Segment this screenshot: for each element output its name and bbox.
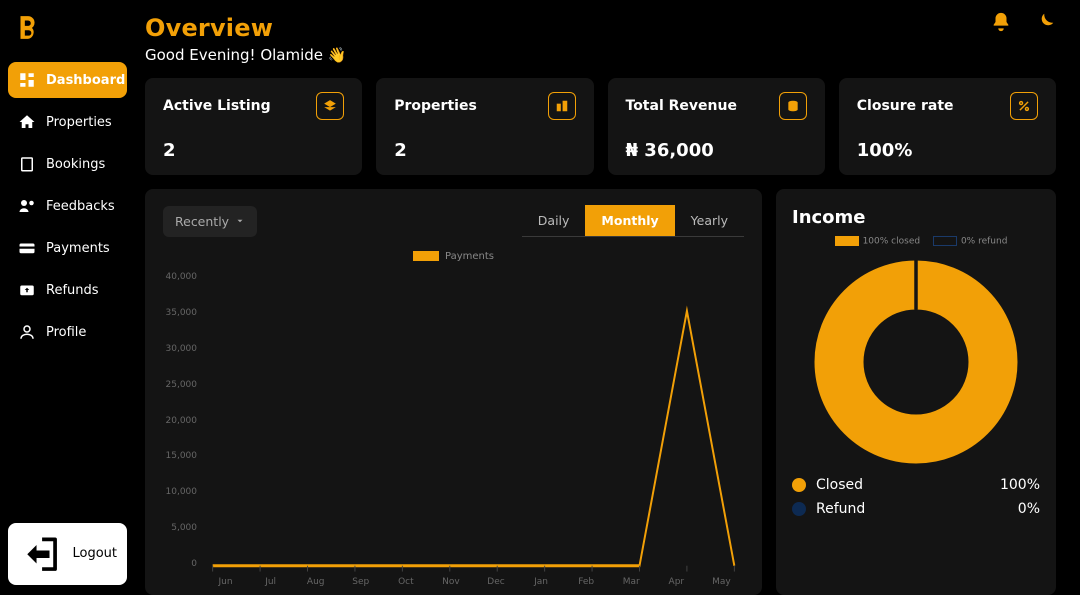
money-icon bbox=[779, 92, 807, 120]
legend-refund-label: 0% refund bbox=[961, 237, 1007, 247]
card-label: Closure rate bbox=[857, 98, 954, 114]
payments-chart-panel: Recently Daily Monthly Yearly Payments 4… bbox=[145, 189, 762, 595]
income-panel: Income 100% closed 0% refund Closed 100% bbox=[776, 189, 1056, 595]
logout-icon bbox=[18, 532, 62, 576]
sidebar-item-label: Dashboard bbox=[46, 73, 125, 88]
bell-icon[interactable] bbox=[990, 11, 1012, 33]
row-value: 100% bbox=[1000, 477, 1040, 493]
page-greeting: Good Evening! Olamide 👋 bbox=[145, 46, 1056, 64]
buildings-icon bbox=[548, 92, 576, 120]
dot-closed bbox=[792, 478, 806, 492]
card-active-listing: Active Listing 2 bbox=[145, 78, 362, 175]
sidebar-item-label: Properties bbox=[46, 115, 112, 130]
sidebar-item-label: Payments bbox=[46, 241, 110, 256]
row-label: Refund bbox=[816, 501, 1008, 517]
tab-yearly[interactable]: Yearly bbox=[675, 205, 744, 236]
sidebar-item-profile[interactable]: Profile bbox=[8, 314, 127, 350]
y-axis: 40,00035,00030,00025,00020,00015,00010,0… bbox=[163, 268, 203, 587]
card-label: Properties bbox=[394, 98, 477, 114]
moon-icon[interactable] bbox=[1034, 11, 1056, 33]
user-icon bbox=[18, 323, 36, 341]
income-title: Income bbox=[792, 207, 1040, 228]
dropdown-label: Recently bbox=[175, 214, 229, 229]
sidebar-item-properties[interactable]: Properties bbox=[8, 104, 127, 140]
line-chart bbox=[203, 268, 744, 573]
sidebar-item-label: Feedbacks bbox=[46, 199, 115, 214]
income-row-refund: Refund 0% bbox=[792, 501, 1040, 517]
legend-swatch bbox=[413, 251, 439, 261]
sidebar-item-bookings[interactable]: Bookings bbox=[8, 146, 127, 182]
sidebar-item-label: Bookings bbox=[46, 157, 105, 172]
income-row-closed: Closed 100% bbox=[792, 477, 1040, 493]
sidebar-item-label: Refunds bbox=[46, 283, 99, 298]
card-closure-rate: Closure rate 100% bbox=[839, 78, 1056, 175]
card-value: 2 bbox=[394, 140, 575, 161]
tab-daily[interactable]: Daily bbox=[522, 205, 586, 236]
legend-swatch-closed bbox=[835, 236, 859, 246]
donut-chart bbox=[792, 253, 1040, 477]
legend-label: Payments bbox=[445, 251, 494, 262]
percent-icon bbox=[1010, 92, 1038, 120]
sidebar-item-refunds[interactable]: Refunds bbox=[8, 272, 127, 308]
card-value: 2 bbox=[163, 140, 344, 161]
card-total-revenue: Total Revenue ₦ 36,000 bbox=[608, 78, 825, 175]
stat-cards: Active Listing 2 Properties 2 Total Reve… bbox=[145, 78, 1056, 175]
page-title: Overview bbox=[145, 14, 1056, 42]
donut-legend: 100% closed 0% refund bbox=[792, 236, 1040, 247]
card-label: Active Listing bbox=[163, 98, 271, 114]
feedback-icon bbox=[18, 197, 36, 215]
chart-legend: Payments bbox=[163, 251, 744, 262]
card-label: Total Revenue bbox=[626, 98, 737, 114]
sidebar-item-dashboard[interactable]: Dashboard bbox=[8, 62, 127, 98]
card-value: 100% bbox=[857, 140, 1038, 161]
layers-icon bbox=[316, 92, 344, 120]
legend-closed-label: 100% closed bbox=[863, 237, 921, 247]
chart-plot: JunJulAugSepOctNovDecJanFebMarAprMay bbox=[203, 268, 744, 587]
card-value: ₦ 36,000 bbox=[626, 140, 807, 161]
row-label: Closed bbox=[816, 477, 990, 493]
recently-dropdown[interactable]: Recently bbox=[163, 206, 257, 237]
book-icon bbox=[18, 155, 36, 173]
dashboard-icon bbox=[18, 71, 36, 89]
interval-tabs: Daily Monthly Yearly bbox=[522, 205, 744, 237]
page-header: Overview Good Evening! Olamide 👋 bbox=[145, 14, 1056, 64]
sidebar-item-label: Profile bbox=[46, 325, 86, 340]
nav: Dashboard Properties Bookings Feedbacks … bbox=[8, 62, 127, 350]
tab-monthly[interactable]: Monthly bbox=[585, 205, 674, 236]
main-content: Overview Good Evening! Olamide 👋 Active … bbox=[135, 0, 1080, 595]
income-rows: Closed 100% Refund 0% bbox=[792, 477, 1040, 517]
logout-label: Logout bbox=[72, 546, 117, 561]
logo-icon bbox=[14, 14, 40, 40]
row-value: 0% bbox=[1018, 501, 1040, 517]
sidebar: Dashboard Properties Bookings Feedbacks … bbox=[0, 0, 135, 595]
refund-icon bbox=[18, 281, 36, 299]
sidebar-item-feedbacks[interactable]: Feedbacks bbox=[8, 188, 127, 224]
card-icon bbox=[18, 239, 36, 257]
x-axis: JunJulAugSepOctNovDecJanFebMarAprMay bbox=[203, 573, 744, 587]
logout-button[interactable]: Logout bbox=[8, 523, 127, 585]
legend-swatch-refund bbox=[933, 236, 957, 246]
home-icon bbox=[18, 113, 36, 131]
dot-refund bbox=[792, 502, 806, 516]
chevron-down-icon bbox=[235, 216, 245, 226]
sidebar-item-payments[interactable]: Payments bbox=[8, 230, 127, 266]
card-properties: Properties 2 bbox=[376, 78, 593, 175]
